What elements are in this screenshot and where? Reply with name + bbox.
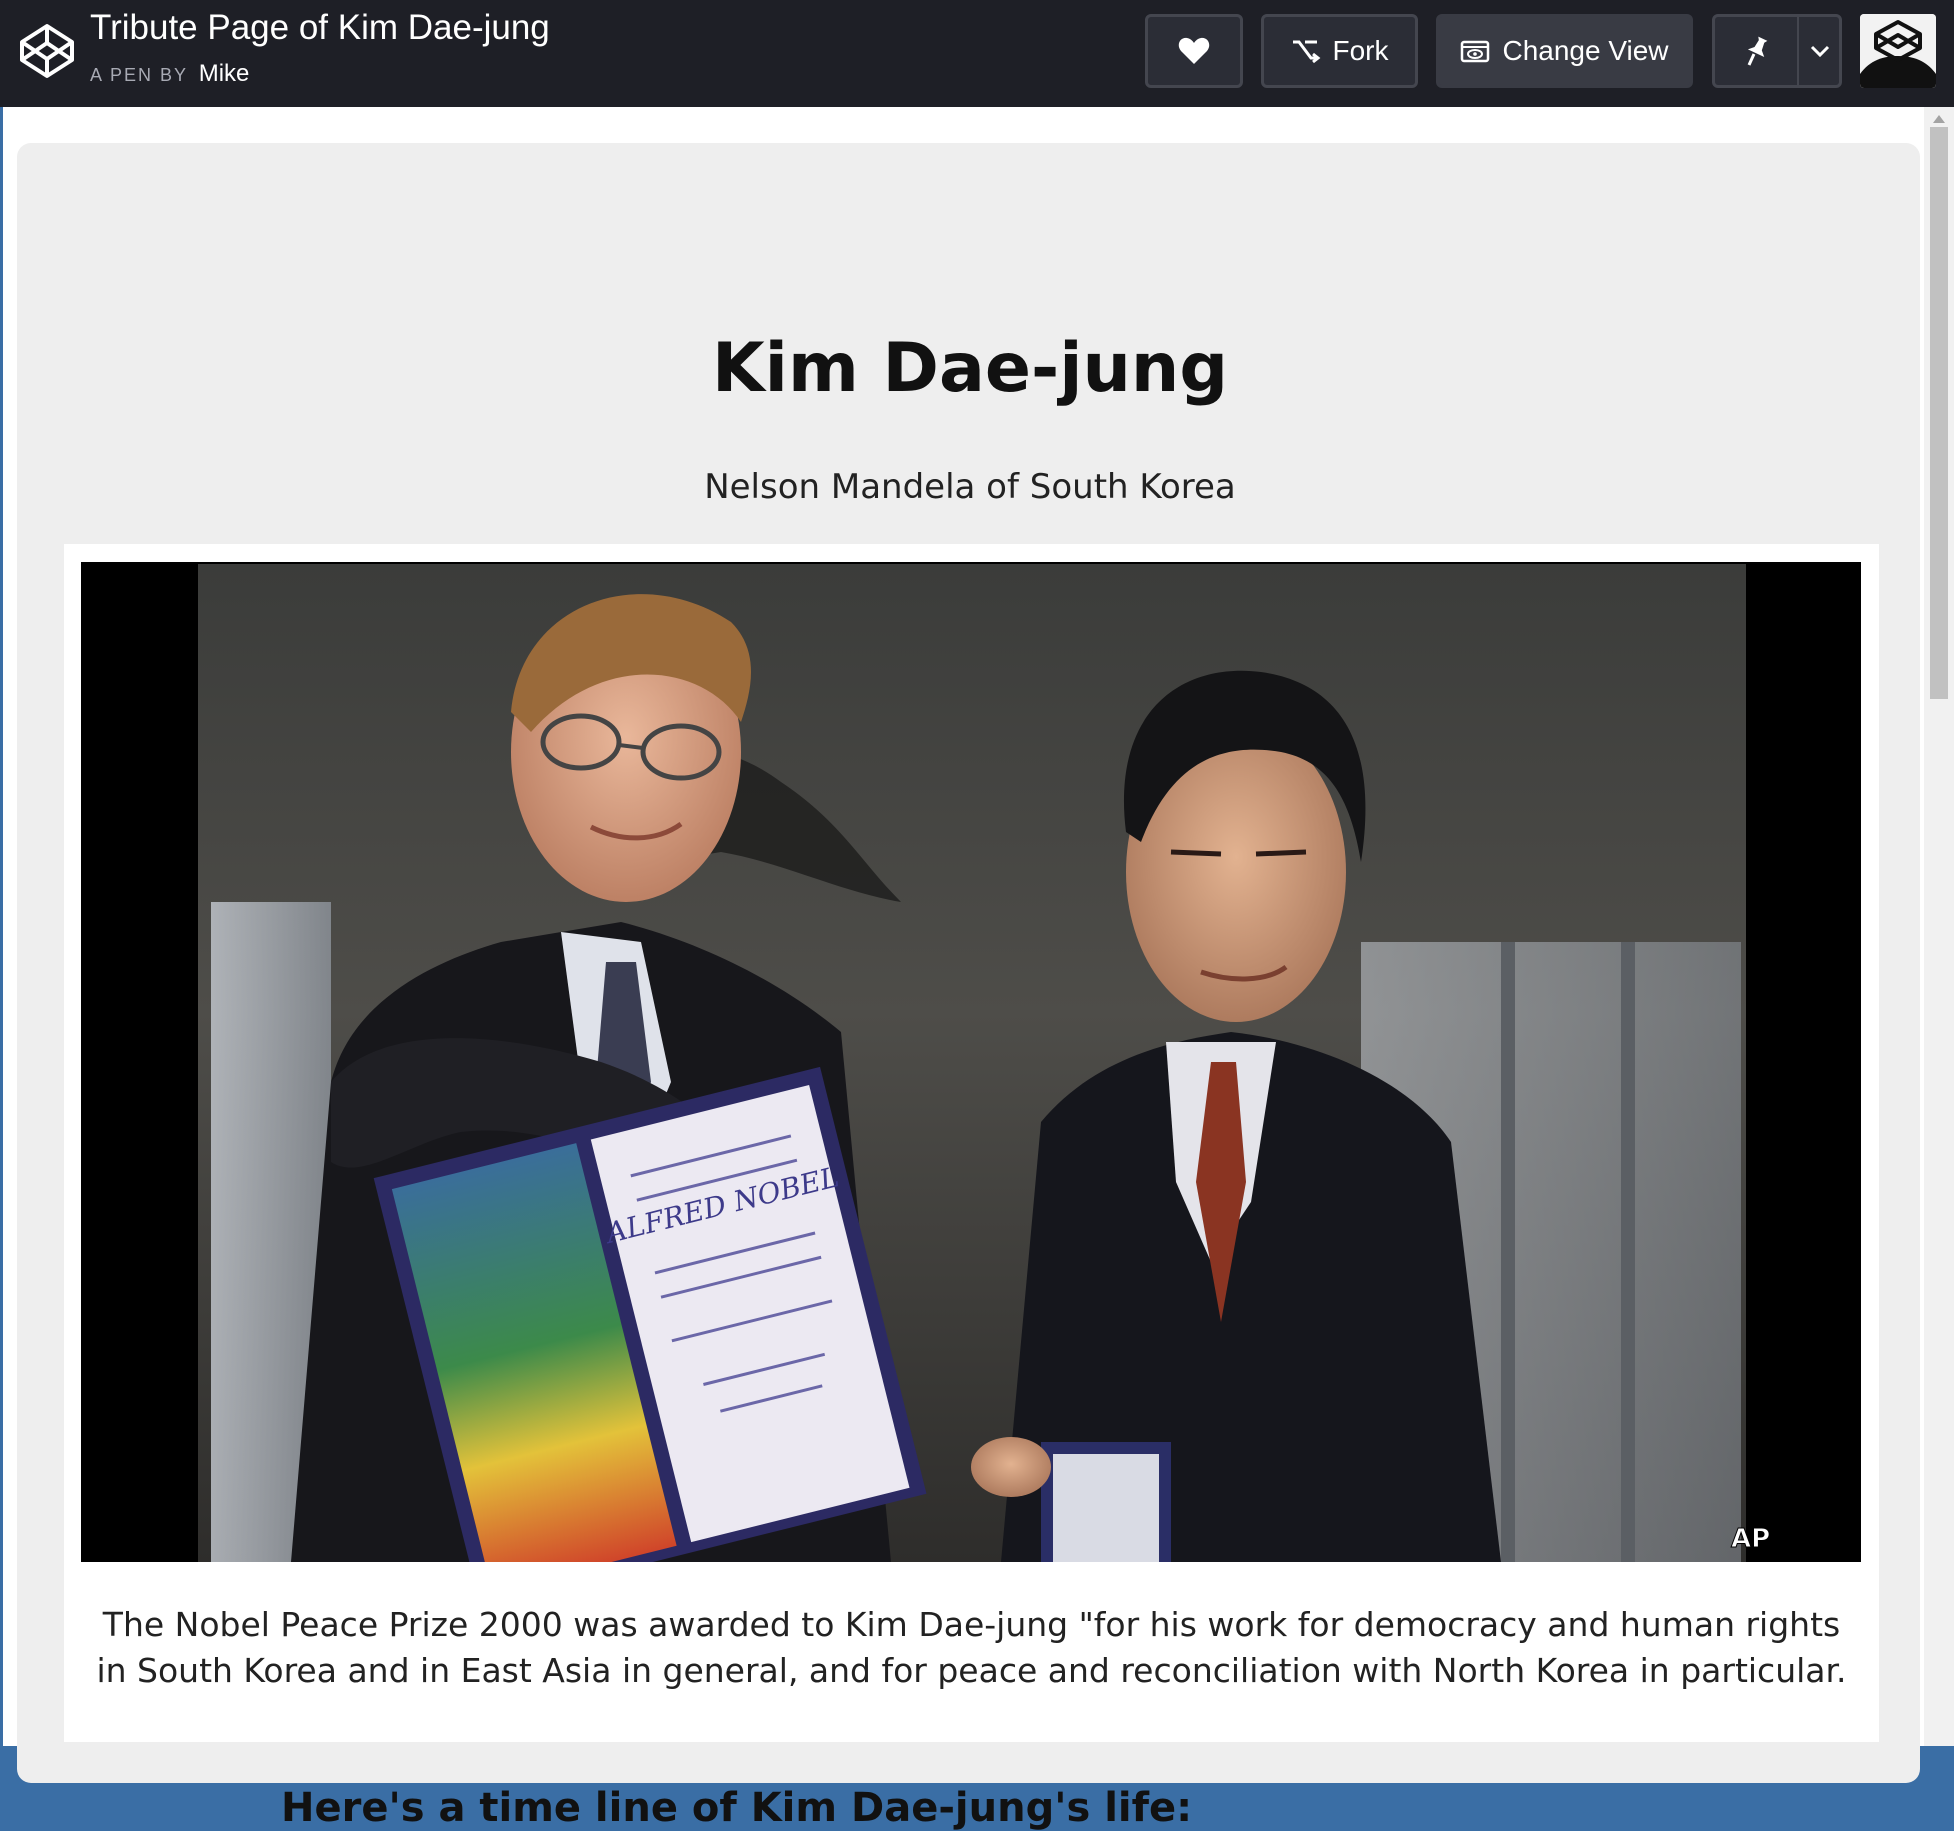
pin-button-group — [1712, 14, 1842, 88]
fork-label: Fork — [1332, 35, 1389, 66]
scroll-up-arrow-icon[interactable] — [1933, 115, 1945, 123]
timeline-heading: Here's a time line of Kim Dae-jung's lif… — [281, 1785, 1193, 1831]
author-link[interactable]: Mike — [199, 60, 250, 87]
codepen-header: Tribute Page of Kim Dae-jung A PEN BY Mi… — [0, 0, 1954, 107]
change-view-label: Change View — [1502, 35, 1669, 66]
nobel-photo: ALFRED NOBEL AP — [81, 562, 1861, 1562]
page-subtitle: Nelson Mandela of South Korea — [704, 467, 1236, 507]
pen-title[interactable]: Tribute Page of Kim Dae-jung — [90, 8, 550, 48]
heart-icon — [1178, 37, 1210, 64]
fork-icon — [1292, 40, 1320, 64]
avatar-icon — [1860, 14, 1936, 88]
pin-button[interactable] — [1715, 17, 1797, 85]
pin-menu-toggle[interactable] — [1797, 17, 1841, 85]
vertical-scrollbar[interactable] — [1924, 107, 1954, 1746]
ap-watermark: AP — [1731, 1524, 1770, 1554]
page-title: Kim Dae-jung — [711, 329, 1228, 408]
change-view-button[interactable]: Change View — [1436, 14, 1693, 88]
eye-window-icon — [1461, 40, 1490, 63]
heart-button[interactable] — [1145, 14, 1243, 88]
codepen-logo-icon[interactable] — [18, 22, 76, 80]
image-caption: The Nobel Peace Prize 2000 was awarded t… — [96, 1605, 1847, 1690]
image-figure: ALFRED NOBEL AP The Nobel Peace Prize 20… — [64, 544, 1879, 1742]
pin-icon — [1747, 36, 1768, 66]
pen-byline: A PEN BY Mike — [90, 60, 249, 88]
preview-frame: Kim Dae-jung Nelson Mandela of South Kor… — [3, 107, 1954, 1831]
chevron-down-icon — [1810, 45, 1830, 57]
scroll-thumb[interactable] — [1930, 127, 1948, 699]
nobel-prize-photo-image: ALFRED NOBEL AP — [81, 562, 1861, 1562]
fork-button[interactable]: Fork — [1261, 14, 1418, 88]
pen-by-label: A PEN BY — [90, 65, 188, 85]
user-avatar[interactable] — [1860, 14, 1936, 88]
